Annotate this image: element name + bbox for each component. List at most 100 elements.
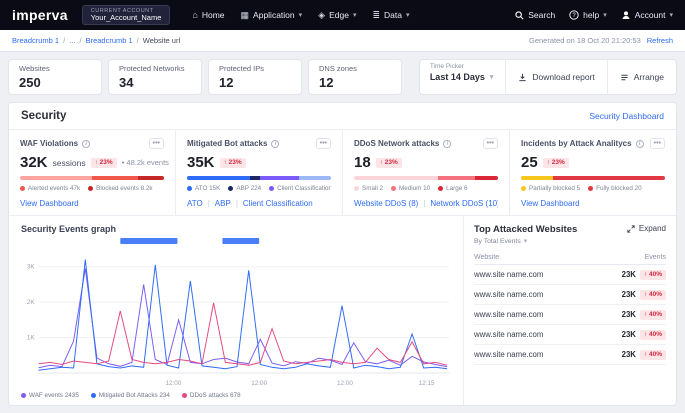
trend-value: 23% xyxy=(100,159,113,166)
trend-value: 40% xyxy=(649,331,662,338)
nav-item-home[interactable]: ⌂ Home xyxy=(192,10,224,21)
graph-title: Security Events graph xyxy=(21,224,451,234)
nav-item-label: Application xyxy=(253,10,295,20)
nav-item-data[interactable]: ≣ Data ▾ xyxy=(372,10,409,21)
top-attacked-table: Website Events www.site name.com 23K↑ 40… xyxy=(474,251,666,365)
chevron-down-icon: ▾ xyxy=(299,11,303,19)
info-icon[interactable]: i xyxy=(443,140,451,148)
svg-text:12:15: 12:15 xyxy=(419,380,435,387)
legend-dot xyxy=(354,186,359,191)
stat-card-protected-ips: Protected IPs 12 xyxy=(208,59,302,95)
metric-value: 25 xyxy=(521,154,538,171)
legend-item: WAF events 2435 xyxy=(21,392,79,399)
more-options-icon[interactable]: ••• xyxy=(650,138,665,149)
security-events-graph-panel: Security Events graph 1K2K3K12:0012:0012… xyxy=(9,216,464,405)
stat-card-websites: Websites 250 xyxy=(8,59,102,95)
metric-mitigated-bot-attacks: Mitigated Bot attacks i ••• 35K ↑ 23% AT… xyxy=(176,130,343,215)
more-options-icon[interactable]: ••• xyxy=(483,138,498,149)
legend-dot xyxy=(228,186,233,191)
legend-item: ATO 15K xyxy=(187,185,220,192)
refresh-link[interactable]: Refresh xyxy=(647,36,673,45)
table-row[interactable]: www.site name.com 23K↑ 40% xyxy=(474,325,666,345)
imperva-logo: imperva xyxy=(12,7,68,23)
website-cell: www.site name.com xyxy=(474,265,591,285)
security-events-chart[interactable]: 1K2K3K12:0012:0012:0012:15 xyxy=(21,237,451,389)
legend-dot xyxy=(88,186,93,191)
legend-label: Alerted events 47k xyxy=(28,185,80,192)
info-icon[interactable]: i xyxy=(82,140,90,148)
arrange-icon xyxy=(620,73,629,82)
table-row[interactable]: www.site name.com 23K ↑ 40% xyxy=(474,265,666,285)
table-row[interactable]: www.site name.com 23K↑ 40% xyxy=(474,285,666,305)
trend-badge: ↑ 40% xyxy=(640,270,666,280)
legend-dot xyxy=(391,186,396,191)
nav-item-application[interactable]: ▦ Application ▾ xyxy=(241,10,303,21)
data-icon: ≣ xyxy=(372,10,380,21)
help-icon: ? xyxy=(569,10,579,20)
view-dashboard-link[interactable]: View Dashboard xyxy=(20,199,79,208)
expand-button[interactable]: Expand xyxy=(627,224,666,233)
nav-item-label: Data xyxy=(384,10,402,20)
legend-label: WAF events 2435 xyxy=(29,392,79,399)
breadcrumb-ellipsis[interactable]: ... xyxy=(69,36,75,45)
breadcrumb-link-2[interactable]: Breadcrumb 1 xyxy=(86,36,133,45)
legend-item: Large 6 xyxy=(438,185,467,192)
network-ddos-link[interactable]: Network DDoS (10) xyxy=(418,199,498,208)
download-icon xyxy=(518,73,527,82)
stat-value: 250 xyxy=(19,75,91,90)
security-bottom-row: Security Events graph 1K2K3K12:0012:0012… xyxy=(9,216,676,405)
view-dashboard-link[interactable]: View Dashboard xyxy=(521,199,580,208)
table-row[interactable]: www.site name.com 23K↑ 40% xyxy=(474,305,666,325)
legend-item: Client Classification 5K xyxy=(269,185,331,192)
more-options-icon[interactable]: ••• xyxy=(316,138,331,149)
trend-badge: ↑ 40% xyxy=(640,330,666,340)
more-options-icon[interactable]: ••• xyxy=(149,138,164,149)
expand-label: Expand xyxy=(639,224,666,233)
application-icon: ▦ xyxy=(241,10,250,21)
stat-label: Protected Networks xyxy=(119,64,191,73)
chevron-down-icon: ▾ xyxy=(669,11,673,19)
trend-badge: ↑ 40% xyxy=(640,310,666,320)
arrange-label: Arrange xyxy=(634,72,664,82)
current-account-selector[interactable]: CURRENT ACCOUNT Your_Account_Name xyxy=(82,5,171,25)
table-row[interactable]: www.site name.com 23K↑ 40% xyxy=(474,345,666,365)
time-picker[interactable]: Time Picker Last 14 Days ▾ xyxy=(420,60,507,94)
search-button[interactable]: Search xyxy=(515,10,555,20)
breadcrumb-link-1[interactable]: Breadcrumb 1 xyxy=(12,36,59,45)
edge-icon: ◈ xyxy=(318,10,325,21)
events-value: 23K xyxy=(622,270,636,279)
trend-value: 40% xyxy=(649,351,662,358)
account-menu[interactable]: Account ▾ xyxy=(621,10,673,20)
metric-extra: • 48.2k events xyxy=(122,158,169,167)
download-report-label: Download report xyxy=(532,72,594,82)
trend-badge: ↑ 23% xyxy=(220,158,246,168)
abp-link[interactable]: ABP xyxy=(203,199,231,208)
ato-link[interactable]: ATO xyxy=(187,199,203,208)
info-icon[interactable]: i xyxy=(636,140,644,148)
legend-item: Small 2 xyxy=(354,185,383,192)
search-icon xyxy=(515,11,524,20)
security-dashboard-link[interactable]: Security Dashboard xyxy=(589,111,664,121)
metric-ddos-network-attacks: DDoS Network attacks i ••• 18 ↑ 23% Smal… xyxy=(343,130,510,215)
legend-dot xyxy=(20,186,25,191)
legend-dot xyxy=(182,393,187,398)
legend-item: Alerted events 47k xyxy=(20,185,80,192)
legend-item: ABP 224 xyxy=(228,185,261,192)
breadcrumb-separator: / xyxy=(63,36,65,45)
sort-filter-dropdown[interactable]: By Total Events ▾ xyxy=(474,237,666,245)
arrange-button[interactable]: Arrange xyxy=(607,60,676,94)
info-icon[interactable]: i xyxy=(271,140,279,148)
help-menu[interactable]: ? help ▾ xyxy=(569,10,607,20)
toolbar: Time Picker Last 14 Days ▾ Download repo… xyxy=(419,59,677,95)
metric-incidents-attack-analytics: Incidents by Attack Analitycs i ••• 25 ↑… xyxy=(510,130,676,215)
trend-value: 23% xyxy=(552,159,565,166)
download-report-button[interactable]: Download report xyxy=(506,60,606,94)
nav-item-edge[interactable]: ◈ Edge ▾ xyxy=(318,10,356,21)
trend-badge: ↑ 40% xyxy=(640,350,666,360)
legend-label: Medium 10 xyxy=(399,185,430,192)
svg-text:12:00: 12:00 xyxy=(251,380,267,387)
client-classification-link[interactable]: Client Classification xyxy=(231,199,313,208)
events-value: 23K xyxy=(622,310,636,319)
legend-dot xyxy=(91,393,96,398)
website-ddos-link[interactable]: Website DDoS (8) xyxy=(354,199,418,208)
